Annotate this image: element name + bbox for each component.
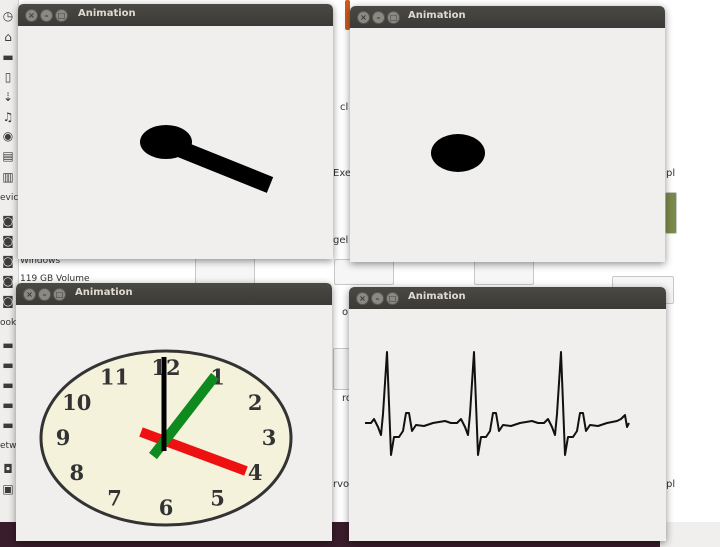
file-thumbnail[interactable]	[334, 259, 394, 285]
drive-icon[interactable]: ◙	[1, 294, 15, 308]
clock-number-5: 5	[210, 486, 225, 511]
window-title: Animation	[408, 10, 466, 21]
clock-canvas: 121234567891011	[16, 305, 332, 541]
clock-number-11: 11	[100, 364, 129, 389]
clock-number-8: 8	[69, 460, 84, 485]
minimize-button[interactable]: –	[372, 11, 385, 24]
window-titlebar[interactable]: × – □ Animation	[18, 4, 333, 26]
pendulum-canvas	[18, 26, 333, 259]
file-label: cl	[340, 102, 349, 113]
window-titlebar[interactable]: × – □ Animation	[16, 283, 332, 305]
file-label: pl	[666, 479, 676, 490]
pendulum-rod	[169, 138, 274, 193]
clock-number-7: 7	[107, 486, 122, 511]
window-titlebar[interactable]: × – □ Animation	[349, 287, 666, 309]
file-thumbnail[interactable]	[474, 259, 534, 285]
videos-icon[interactable]: ▤	[1, 149, 15, 163]
drive-icon[interactable]: ◙	[1, 274, 15, 288]
drive-icon[interactable]: ◙	[1, 254, 15, 268]
window-title: Animation	[408, 291, 466, 302]
folder-icon[interactable]: ▬	[1, 358, 15, 372]
animation-window-pendulum[interactable]: × – □ Animation	[18, 4, 333, 259]
minimize-button[interactable]: –	[371, 292, 384, 305]
download-icon[interactable]: ⇣	[1, 90, 15, 104]
pictures-icon[interactable]: ◉	[1, 129, 15, 143]
maximize-button[interactable]: □	[53, 288, 66, 301]
drive-icon[interactable]: ◙	[1, 214, 15, 228]
drive-icon[interactable]: ◙	[1, 234, 15, 248]
folder-icon[interactable]: ▬	[1, 338, 15, 352]
recent-icon[interactable]: ◷	[1, 9, 15, 23]
animation-window-ball[interactable]: × – □ Animation	[350, 6, 665, 262]
network-header: etw	[0, 441, 17, 451]
file-thumbnail[interactable]	[195, 258, 255, 284]
close-button[interactable]: ×	[25, 9, 38, 22]
animation-window-ecg[interactable]: × – □ Animation	[349, 287, 666, 541]
folder-icon[interactable]: ▬	[1, 378, 15, 392]
maximize-button[interactable]: □	[55, 9, 68, 22]
clock-number-10: 10	[62, 390, 91, 415]
file-label: gel	[333, 235, 349, 246]
music-icon[interactable]: ♫	[1, 110, 15, 124]
computer-icon[interactable]: ▣	[1, 482, 15, 496]
clock-number-9: 9	[56, 425, 71, 450]
ball-canvas	[350, 28, 665, 262]
ecg-canvas	[349, 309, 666, 541]
file-label: o	[342, 307, 349, 318]
close-button[interactable]: ×	[356, 292, 369, 305]
file-label: pl	[666, 168, 676, 179]
clock-number-3: 3	[262, 425, 277, 450]
maximize-button[interactable]: □	[386, 292, 399, 305]
close-button[interactable]: ×	[357, 11, 370, 24]
folder-icon[interactable]: ▬	[1, 398, 15, 412]
close-button[interactable]: ×	[23, 288, 36, 301]
bookmarks-header: ook	[0, 318, 17, 328]
file-label: rvo	[333, 479, 350, 490]
devices-header: evic	[0, 193, 19, 203]
clock-number-2: 2	[248, 390, 263, 415]
window-title: Animation	[78, 8, 136, 19]
trash-icon[interactable]: ▥	[1, 170, 15, 184]
ball	[431, 134, 485, 172]
file-label: Exe	[333, 168, 352, 179]
document-icon[interactable]: ▯	[1, 70, 15, 84]
home-icon[interactable]: ⌂	[1, 30, 15, 44]
window-title: Animation	[75, 287, 133, 298]
folder-icon[interactable]: ▬	[1, 418, 15, 432]
network-icon[interactable]: ◘	[1, 462, 15, 476]
clock-number-6: 6	[159, 495, 174, 520]
folder-icon[interactable]: ▬	[1, 50, 15, 64]
minimize-button[interactable]: –	[40, 9, 53, 22]
ecg-trace	[365, 351, 630, 456]
maximize-button[interactable]: □	[387, 11, 400, 24]
animation-window-clock[interactable]: × – □ Animation 121234567891011	[16, 283, 332, 541]
taskbar-edge	[660, 522, 720, 547]
clock-number-4: 4	[248, 460, 263, 485]
minimize-button[interactable]: –	[38, 288, 51, 301]
window-titlebar[interactable]: × – □ Animation	[350, 6, 665, 28]
file-thumbnail[interactable]	[665, 192, 677, 234]
